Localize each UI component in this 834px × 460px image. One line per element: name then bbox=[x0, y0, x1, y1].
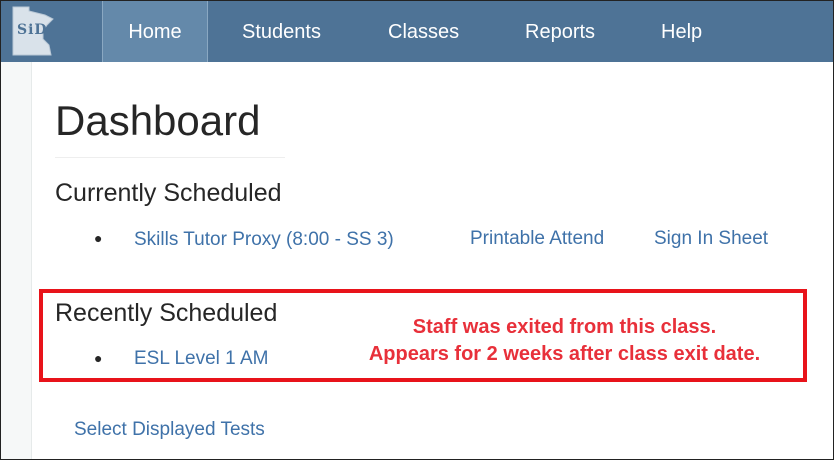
top-navbar: SiD Home Students Classes Reports Help bbox=[1, 1, 833, 62]
printable-attend-link[interactable]: Printable Attend bbox=[470, 228, 604, 250]
title-divider bbox=[55, 157, 285, 158]
nav-students[interactable]: Students bbox=[242, 1, 321, 62]
sign-in-sheet-link[interactable]: Sign In Sheet bbox=[654, 228, 768, 250]
select-displayed-tests-link[interactable]: Select Displayed Tests bbox=[74, 419, 265, 441]
nav-help[interactable]: Help bbox=[661, 1, 702, 62]
current-class-link[interactable]: Skills Tutor Proxy (8:00 - SS 3) bbox=[134, 229, 394, 251]
bullet-icon: ● bbox=[94, 230, 103, 246]
annotation-line-1: Staff was exited from this class. bbox=[412, 316, 717, 338]
nav-home[interactable]: Home bbox=[102, 1, 208, 62]
nav-reports[interactable]: Reports bbox=[525, 1, 595, 62]
left-rail bbox=[1, 62, 32, 459]
app-window: SiD Home Students Classes Reports Help D… bbox=[0, 0, 834, 460]
sid-logo[interactable]: SiD bbox=[1, 1, 101, 62]
bullet-icon: ● bbox=[94, 350, 103, 366]
annotation-line-2: Appears for 2 weeks after class exit dat… bbox=[368, 343, 761, 365]
recent-class-link[interactable]: ESL Level 1 AM bbox=[134, 348, 268, 370]
annotation-callout: Staff was exited from this class. Appear… bbox=[327, 314, 802, 368]
currently-scheduled-heading: Currently Scheduled bbox=[55, 179, 282, 207]
page-title: Dashboard bbox=[55, 97, 261, 144]
recently-scheduled-heading: Recently Scheduled bbox=[55, 299, 278, 327]
nav-classes[interactable]: Classes bbox=[388, 1, 459, 62]
logo-text: SiD bbox=[17, 22, 48, 38]
